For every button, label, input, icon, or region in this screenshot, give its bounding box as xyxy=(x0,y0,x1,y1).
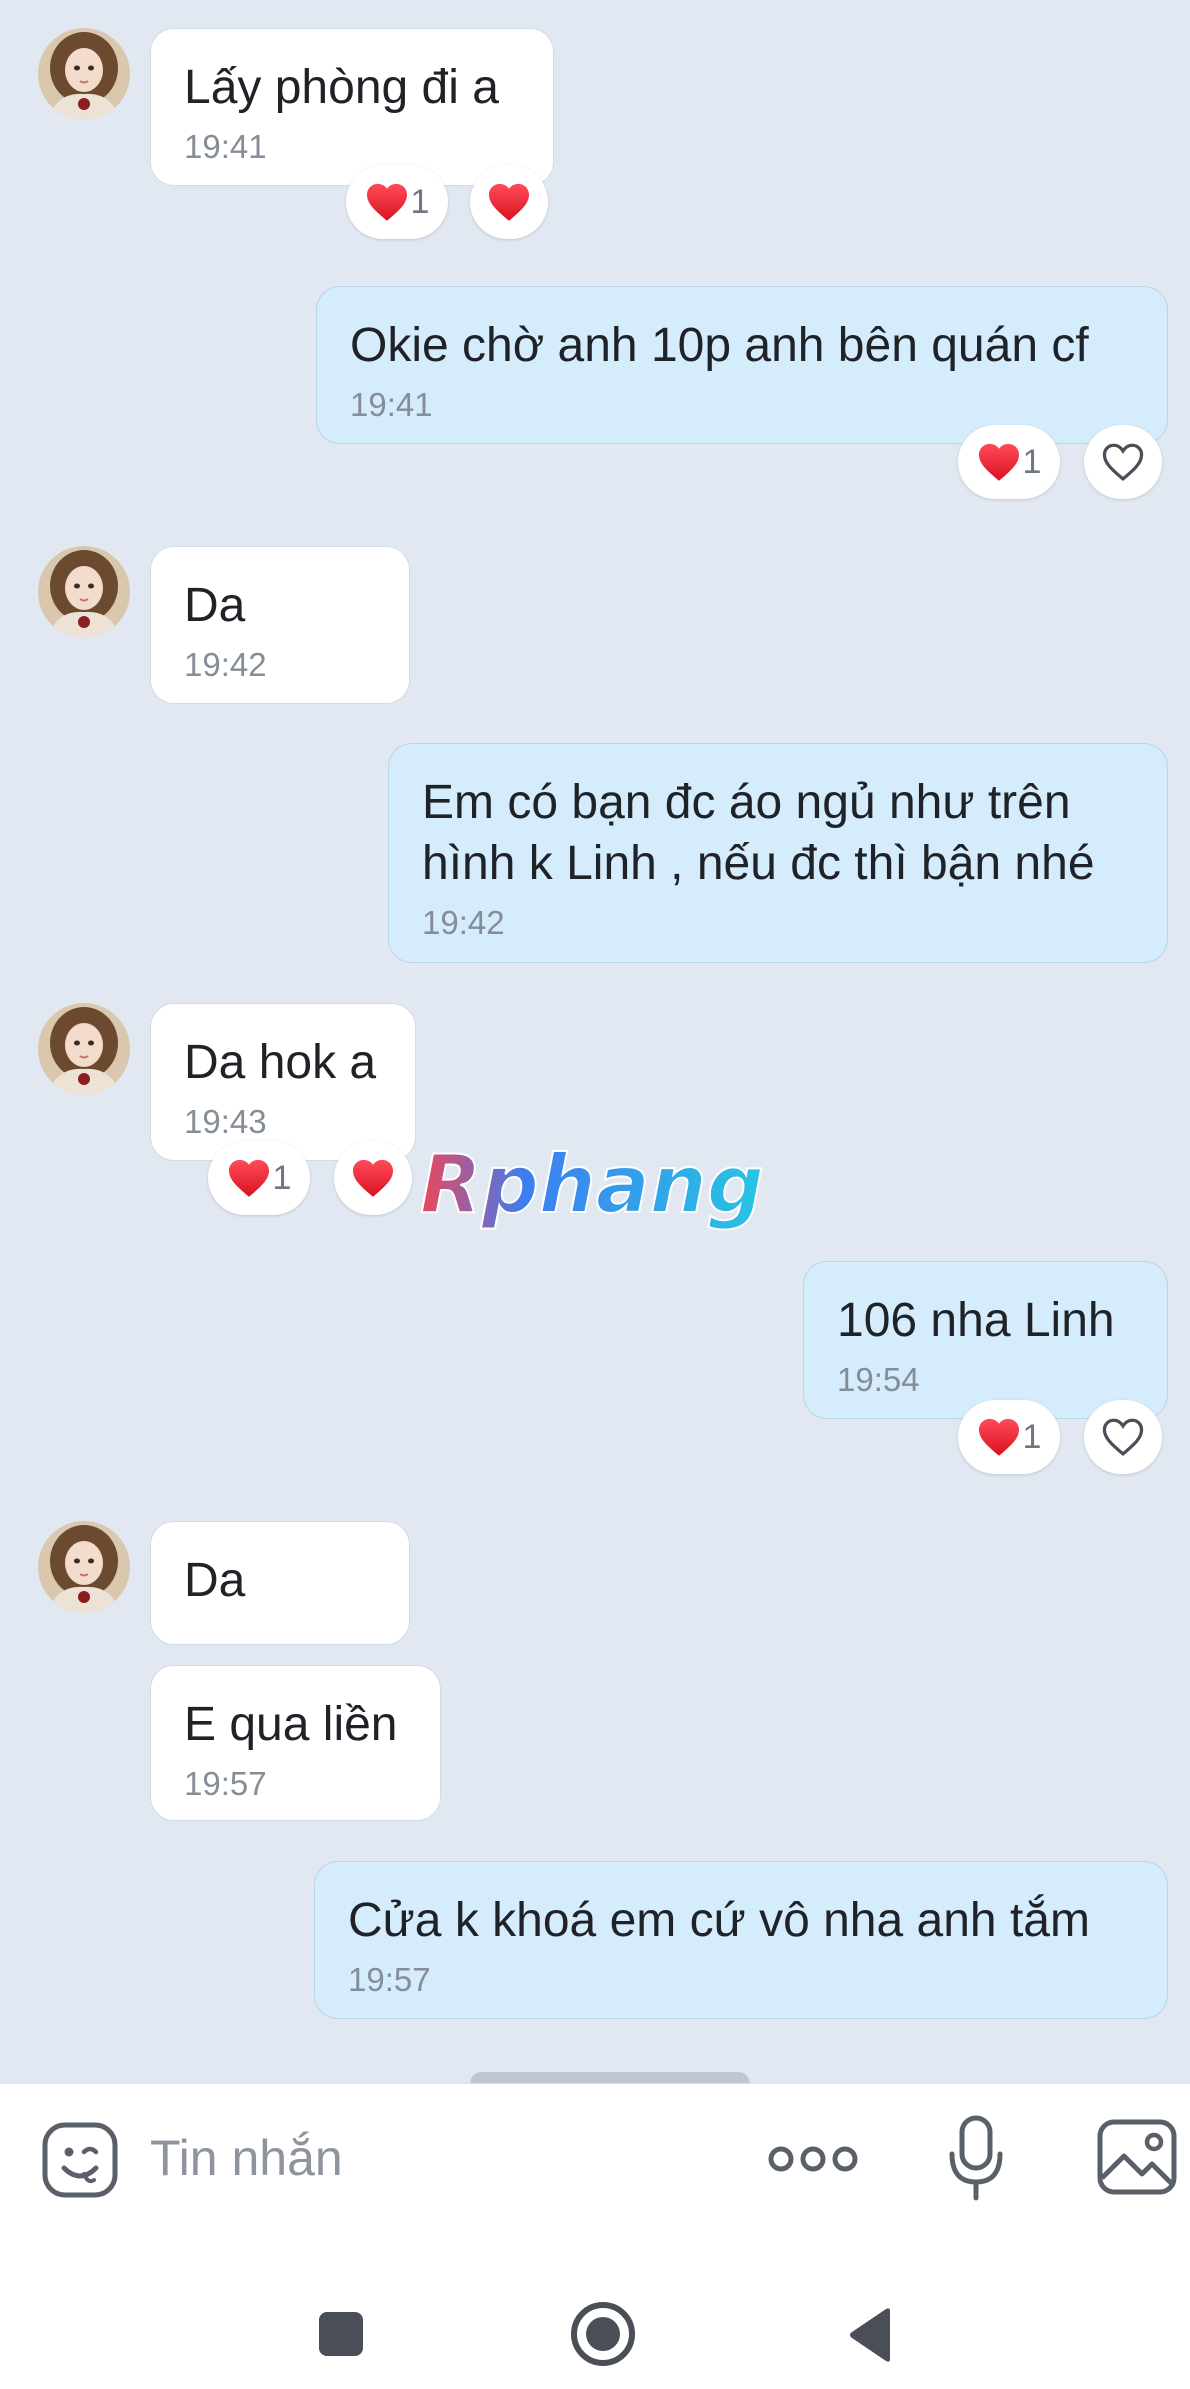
outgoing-message[interactable]: 106 nha Linh 19:54 xyxy=(803,1261,1168,1419)
reaction-count: 1 xyxy=(410,182,430,221)
reaction-count: 1 xyxy=(1022,1417,1042,1456)
recent-apps-icon[interactable] xyxy=(316,2309,366,2359)
heart-icon xyxy=(365,182,409,222)
react-heart-button[interactable] xyxy=(470,165,548,239)
message-input[interactable]: Tin nhắn xyxy=(150,2128,343,2188)
incoming-message[interactable]: Da xyxy=(150,1521,410,1645)
sticker-icon[interactable] xyxy=(40,2120,120,2200)
react-button[interactable] xyxy=(1084,425,1162,499)
more-icon[interactable] xyxy=(767,2134,859,2184)
watermark-text: Rphang xyxy=(420,1140,764,1231)
message-text: Da xyxy=(184,1554,246,1607)
contact-avatar[interactable] xyxy=(38,1003,130,1095)
heart-icon xyxy=(977,442,1021,482)
heart-icon xyxy=(487,182,531,222)
contact-avatar[interactable] xyxy=(38,546,130,638)
heart-outline-icon xyxy=(1101,1417,1145,1457)
microphone-icon[interactable] xyxy=(946,2114,1006,2204)
reaction-count-badge[interactable]: 1 xyxy=(958,425,1060,499)
heart-icon xyxy=(977,1417,1021,1457)
message-time: 19:42 xyxy=(422,904,505,941)
reaction-count: 1 xyxy=(272,1158,292,1197)
system-navigation-bar xyxy=(0,2233,1190,2389)
watermark-logo: Rphang xyxy=(419,1140,765,1232)
image-icon[interactable] xyxy=(1096,2118,1178,2196)
message-time: 19:57 xyxy=(348,1961,431,1998)
message-time: 19:42 xyxy=(184,646,267,683)
chat-area[interactable]: Lấy phòng đi a 19:41 1 Okie chờ anh 10p … xyxy=(0,0,1190,2083)
heart-outline-icon xyxy=(1101,442,1145,482)
message-time: 19:41 xyxy=(350,386,433,423)
message-text: 106 nha Linh xyxy=(837,1294,1115,1347)
reaction-count-badge[interactable]: 1 xyxy=(346,165,448,239)
message-text-line-2: hình k Linh , nếu đc thì bận nhé xyxy=(422,837,1095,890)
message-text: E qua liền xyxy=(184,1698,398,1751)
message-text: Okie chờ anh 10p anh bên quán cf xyxy=(350,319,1089,372)
message-text: Cửa k khoá em cứ vô nha anh tắm xyxy=(348,1894,1090,1947)
heart-icon xyxy=(227,1158,271,1198)
contact-avatar[interactable] xyxy=(38,1521,130,1613)
message-time: 19:57 xyxy=(184,1765,267,1802)
outgoing-message[interactable]: Cửa k khoá em cứ vô nha anh tắm 19:57 xyxy=(314,1861,1168,2019)
home-icon[interactable] xyxy=(570,2301,636,2367)
reaction-count-badge[interactable]: 1 xyxy=(958,1400,1060,1474)
react-button[interactable] xyxy=(1084,1400,1162,1474)
message-time: 19:54 xyxy=(837,1361,920,1398)
partial-message-edge xyxy=(470,2072,750,2083)
back-icon[interactable] xyxy=(846,2307,894,2363)
outgoing-message[interactable]: Okie chờ anh 10p anh bên quán cf 19:41 xyxy=(316,286,1168,444)
message-text-line-1: Em có bạn đc áo ngủ như trên xyxy=(422,776,1071,829)
message-text: Lấy phòng đi a xyxy=(184,61,499,114)
react-heart-button[interactable] xyxy=(334,1141,412,1215)
outgoing-message[interactable]: Em có bạn đc áo ngủ như trên hình k Linh… xyxy=(388,743,1168,963)
message-text: Da xyxy=(184,579,246,632)
contact-avatar[interactable] xyxy=(38,28,130,120)
incoming-message[interactable]: Lấy phòng đi a 19:41 xyxy=(150,28,554,186)
heart-icon xyxy=(351,1158,395,1198)
message-composer: Tin nhắn xyxy=(0,2083,1190,2233)
message-time: 19:41 xyxy=(184,128,267,165)
message-time: 19:43 xyxy=(184,1103,267,1140)
incoming-message[interactable]: Da hok a 19:43 xyxy=(150,1003,416,1161)
reaction-count: 1 xyxy=(1022,442,1042,481)
message-text: Da hok a xyxy=(184,1036,377,1089)
reaction-count-badge[interactable]: 1 xyxy=(208,1141,310,1215)
incoming-message[interactable]: E qua liền 19:57 xyxy=(150,1665,441,1821)
incoming-message[interactable]: Da 19:42 xyxy=(150,546,410,704)
